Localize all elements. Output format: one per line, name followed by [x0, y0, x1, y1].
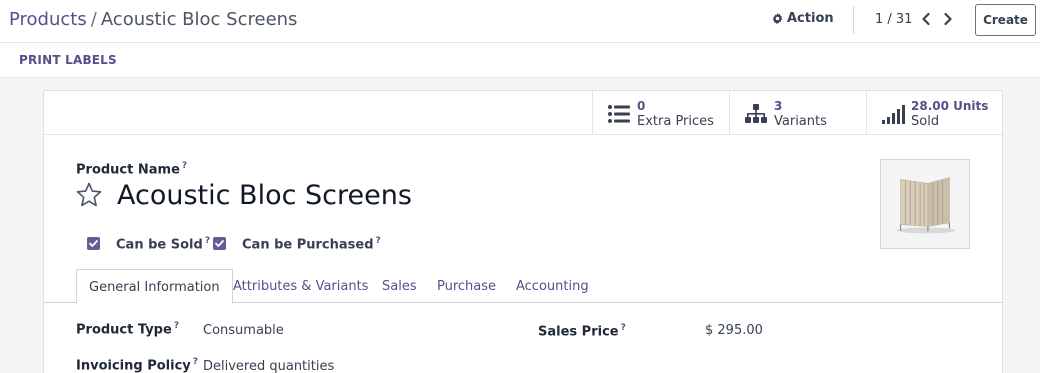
breadcrumb-current: Acoustic Bloc Screens: [100, 9, 298, 30]
smart-button-box: 0 Extra Prices 3 Variants 28.00 Units So…: [44, 91, 1002, 135]
action-label: Action: [787, 11, 834, 26]
sales-price-field[interactable]: $ 295.00: [705, 323, 763, 338]
extra-prices-button[interactable]: 0 Extra Prices: [592, 91, 729, 135]
signal-bars-icon: [882, 105, 905, 124]
breadcrumb: Products / Acoustic Bloc Screens: [9, 9, 297, 30]
help-icon[interactable]: ?: [174, 321, 179, 331]
form-sheet: 0 Extra Prices 3 Variants 28.00 Units So…: [43, 90, 1003, 373]
can-be-purchased-label: Can be Purchased?: [242, 236, 381, 253]
can-be-purchased-checkbox[interactable]: [213, 237, 226, 250]
product-image[interactable]: [880, 159, 970, 249]
can-be-sold-label: Can be Sold?: [116, 236, 211, 253]
tab-accounting[interactable]: Accounting: [516, 269, 589, 303]
action-menu-button[interactable]: Action: [772, 11, 834, 26]
tab-purchase[interactable]: Purchase: [437, 269, 496, 303]
help-icon[interactable]: ?: [205, 236, 210, 246]
units-sold-button[interactable]: 28.00 Units Sold: [866, 91, 1002, 135]
help-icon[interactable]: ?: [376, 236, 381, 246]
checkmark-icon: [215, 240, 224, 247]
invoicing-policy-label: Invoicing Policy?: [76, 357, 198, 373]
control-panel: Products / Acoustic Bloc Screens Action 1 …: [0, 0, 1040, 43]
sales-price-label: Sales Price?: [538, 323, 626, 340]
notebook-tabs: General Information Attributes & Variant…: [44, 269, 1002, 304]
checkmark-icon: [89, 240, 98, 247]
tab-general-information[interactable]: General Information: [76, 269, 233, 304]
product-photo: [881, 160, 969, 248]
can-be-sold-checkbox[interactable]: [87, 237, 100, 250]
tab-attributes-variants[interactable]: Attributes & Variants: [233, 269, 368, 303]
invoicing-policy-field[interactable]: Delivered quantities: [203, 359, 334, 373]
help-icon[interactable]: ?: [621, 323, 626, 333]
breadcrumb-products-link[interactable]: Products: [9, 9, 87, 30]
tab-sales[interactable]: Sales: [382, 269, 417, 303]
extra-prices-label: Extra Prices: [637, 114, 714, 129]
gear-icon: [772, 13, 783, 24]
variants-button[interactable]: 3 Variants: [729, 91, 866, 135]
star-icon[interactable]: [75, 181, 103, 209]
product-type-field[interactable]: Consumable: [203, 323, 284, 338]
product-name-field[interactable]: Acoustic Bloc Screens: [117, 180, 412, 211]
create-button[interactable]: Create: [975, 4, 1036, 36]
pager-value[interactable]: 1 / 31: [875, 12, 912, 27]
units-sold-value: 28.00 Units: [911, 99, 989, 113]
chevron-left-icon[interactable]: [919, 11, 933, 27]
product-type-label: Product Type?: [76, 321, 180, 338]
divider: [853, 6, 854, 34]
chevron-right-icon[interactable]: [941, 11, 955, 27]
hierarchy-icon: [745, 104, 767, 123]
print-labels-button[interactable]: PRINT LABELS: [19, 53, 117, 67]
help-icon[interactable]: ?: [193, 357, 198, 367]
extra-prices-count: 0: [637, 99, 646, 113]
action-toolbar: PRINT LABELS: [0, 43, 1040, 78]
list-icon: [608, 105, 630, 123]
breadcrumb-separator: /: [90, 9, 97, 30]
product-name-label: Product Name?: [76, 161, 188, 178]
units-sold-label: Sold: [911, 114, 940, 129]
variants-label: Variants: [774, 114, 827, 129]
variants-count: 3: [774, 99, 783, 113]
help-icon[interactable]: ?: [182, 161, 187, 171]
